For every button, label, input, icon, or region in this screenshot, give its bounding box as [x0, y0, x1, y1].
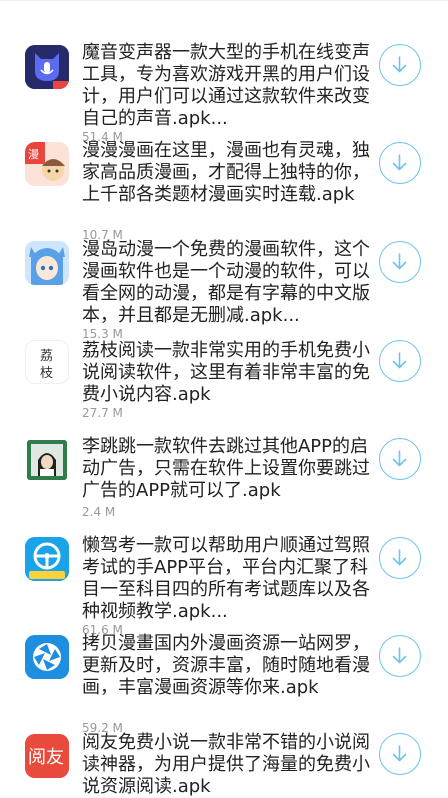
download-button[interactable]	[379, 537, 421, 579]
lazy-driving-icon	[25, 537, 69, 581]
app-description[interactable]: 李跳跳一款软件去跳过其他APP的启动广告，只需在软件上设置你要跳过广告的APP就…	[82, 436, 380, 502]
app-description[interactable]: 荔枝阅读一款非常实用的手机免费小说阅读软件，这里有着非常丰富的免费小说内容.ap…	[82, 340, 380, 406]
download-arrow-icon	[392, 450, 407, 467]
copy-manga-icon	[25, 635, 69, 679]
lizhi-reader-icon: 荔 枝	[25, 340, 69, 384]
download-button[interactable]	[379, 438, 421, 480]
svg-text:枝: 枝	[40, 366, 53, 381]
mandao-anime-icon	[25, 241, 69, 285]
svg-text:荔: 荔	[40, 349, 53, 364]
download-arrow-icon	[392, 745, 407, 762]
download-button[interactable]	[379, 44, 421, 86]
download-arrow-icon	[392, 352, 407, 369]
download-button[interactable]	[379, 733, 421, 775]
download-button[interactable]	[379, 340, 421, 382]
app-file-size: 15.3 M	[82, 327, 123, 341]
app-file-size: 27.7 M	[82, 406, 123, 420]
voice-changer-icon	[25, 45, 69, 89]
download-arrow-icon	[392, 647, 407, 664]
app-description[interactable]: 漫岛动漫一个免费的漫画软件，这个漫画软件也是一个动漫的软件，可以看全网的动漫，都…	[82, 239, 380, 327]
app-file-size: 2.4 M	[82, 505, 116, 519]
svg-text:漫: 漫	[28, 147, 39, 161]
svg-text:阅友: 阅友	[28, 747, 64, 768]
app-description[interactable]: 懒驾考一款可以帮助用户顺通过驾照考试的手APP平台，平台内汇聚了科目一至科目四的…	[82, 535, 380, 623]
app-description[interactable]: 阅友免费小说一款非常不错的小说阅读神器，为用户提供了海量的免费小说资源阅读.ap…	[82, 732, 380, 798]
app-description[interactable]: 拷贝漫畫国内外漫画资源一站网罗，更新及时，资源丰富，随时随地看漫画，丰富漫画资源…	[82, 633, 380, 699]
download-arrow-icon	[392, 549, 407, 566]
download-arrow-icon	[392, 154, 407, 171]
manman-comic-icon: 漫	[25, 142, 69, 186]
top-divider	[0, 0, 448, 1]
download-arrow-icon	[392, 253, 407, 270]
download-button[interactable]	[379, 241, 421, 283]
app-description[interactable]: 漫漫漫画在这里，漫画也有灵魂，独家高品质漫画，才配得上独特的你，上千部各类题材漫…	[82, 140, 380, 206]
app-description[interactable]: 魔音变声器一款大型的手机在线变声工具，专为喜欢游戏开黑的用户们设计，用户们可以通…	[82, 42, 380, 130]
download-arrow-icon	[392, 56, 407, 73]
yueyou-novel-icon: 阅友	[25, 734, 69, 778]
download-button[interactable]	[379, 142, 421, 184]
li-tiaotiao-icon	[25, 438, 69, 482]
download-button[interactable]	[379, 635, 421, 677]
